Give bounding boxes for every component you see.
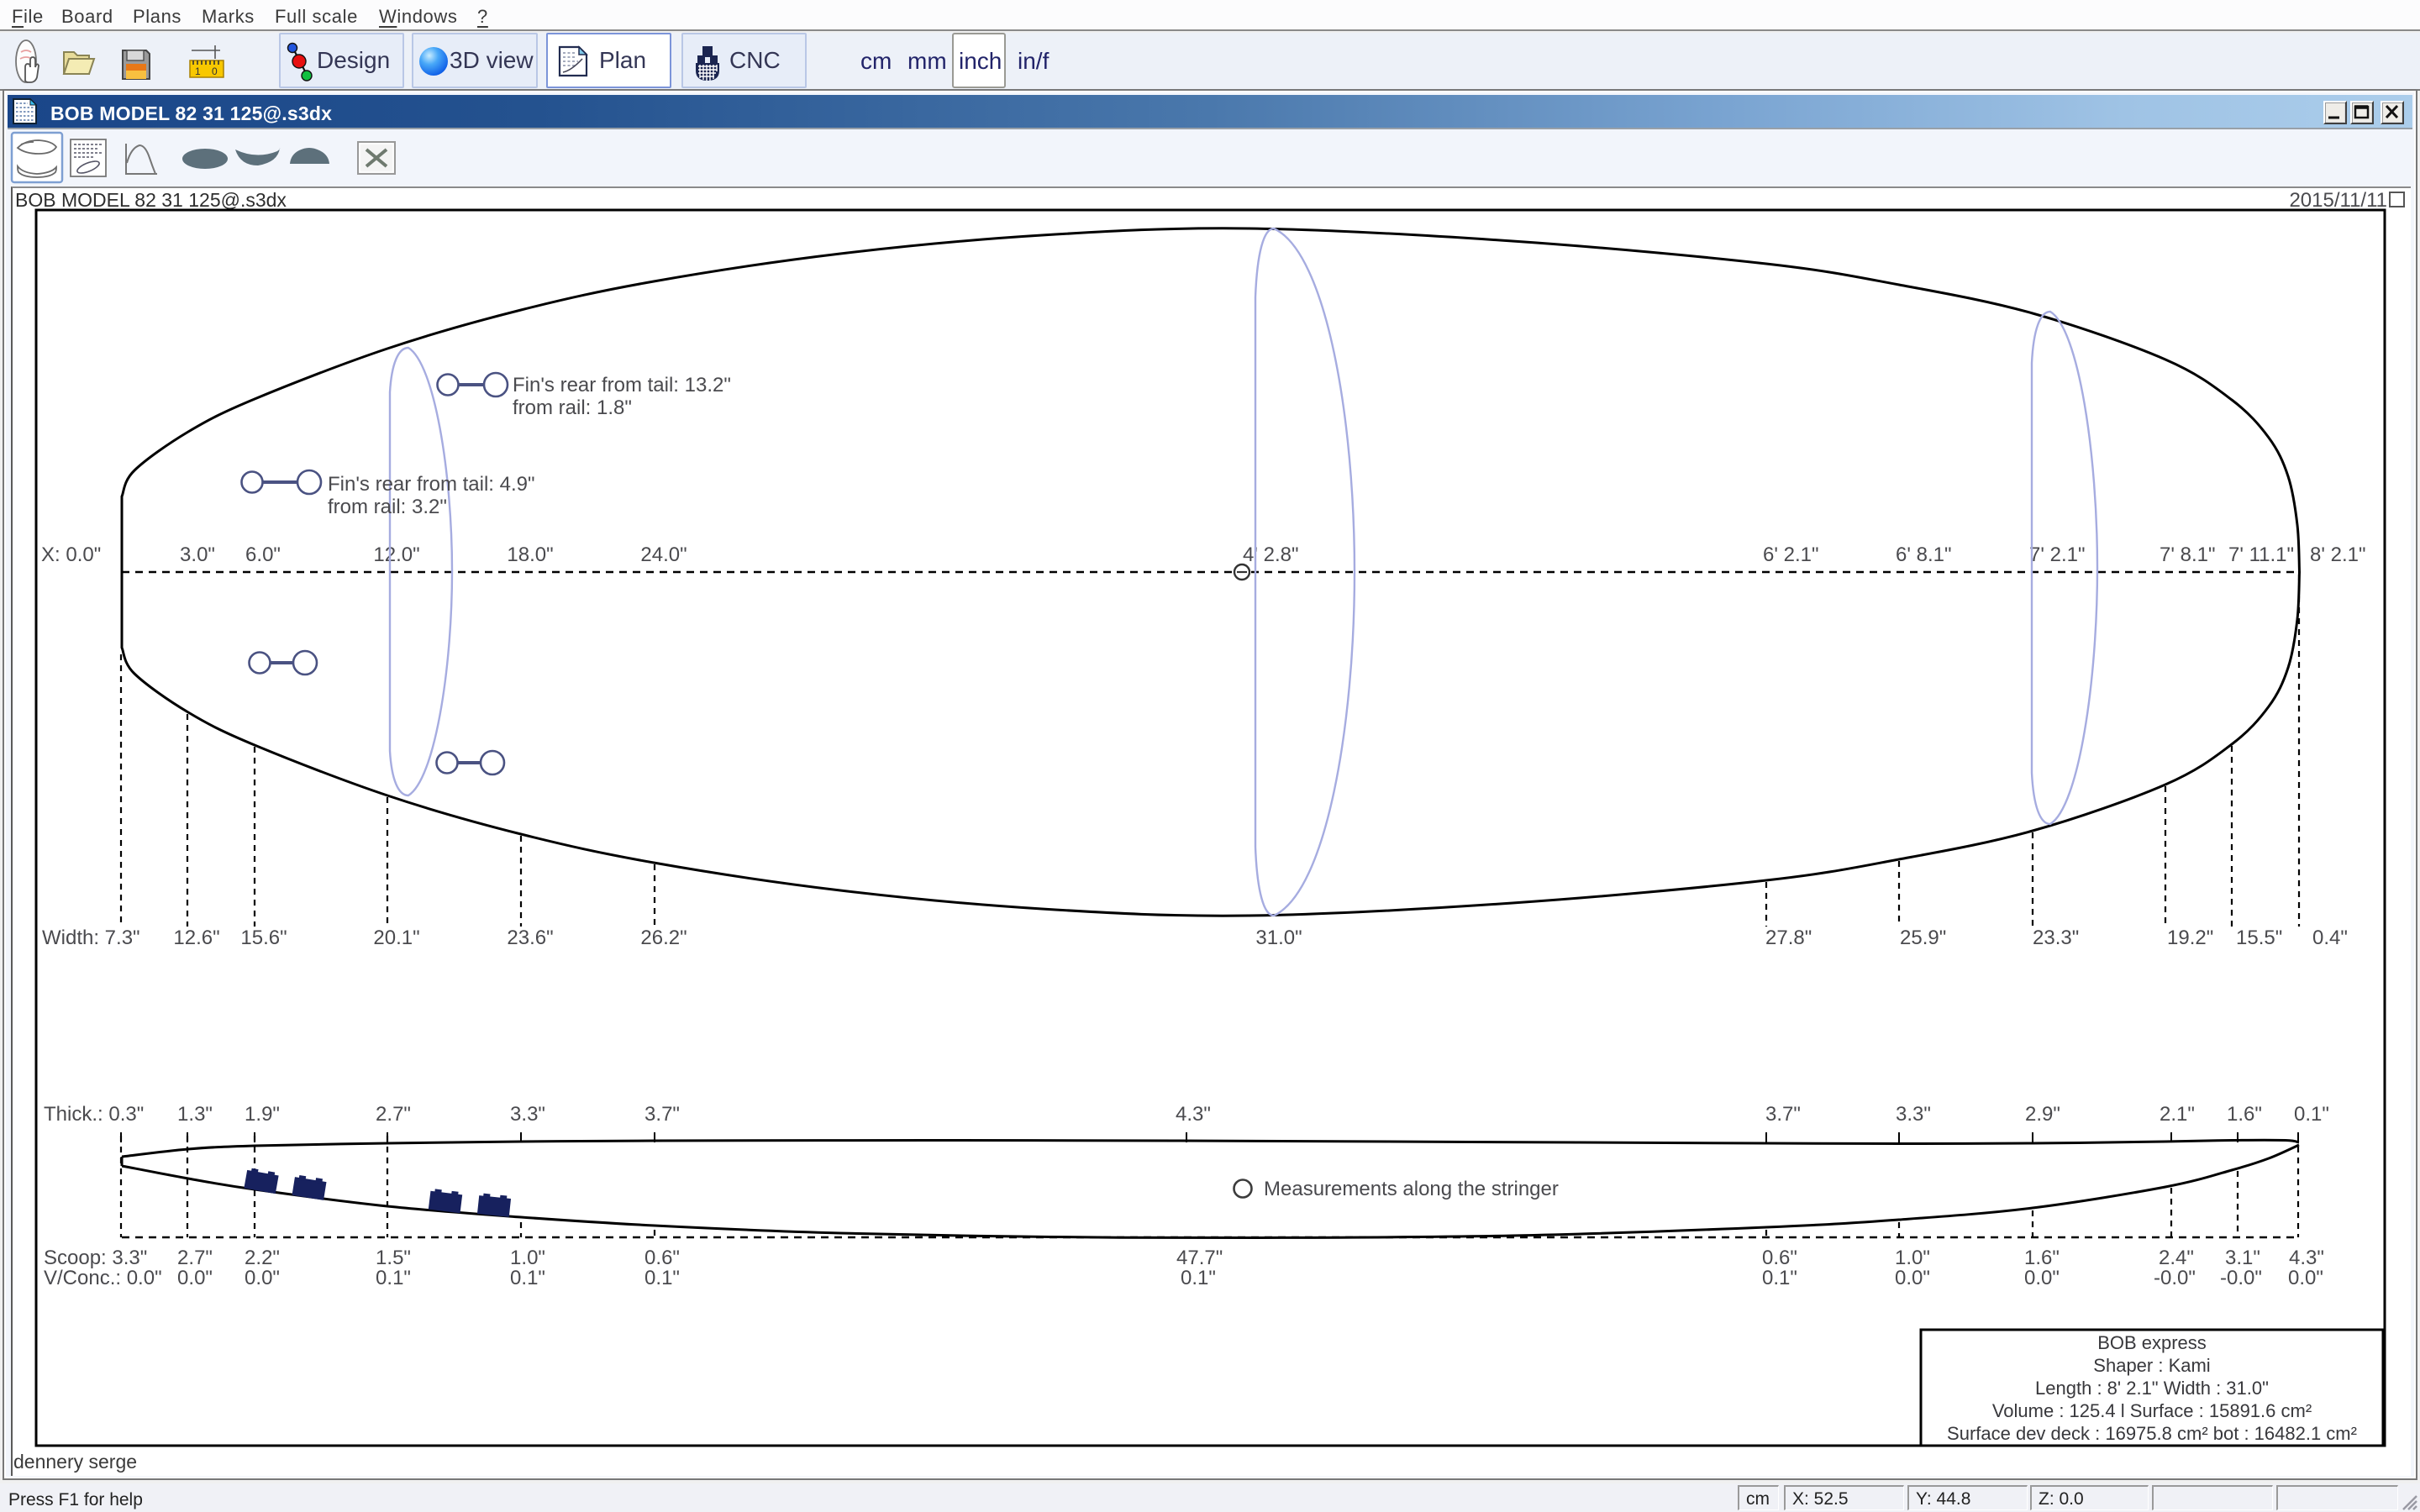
svg-text:0.6": 0.6" [1762,1247,1797,1269]
svg-text:6.0": 6.0" [245,543,281,566]
svg-text:7' 8.1": 7' 8.1" [2160,543,2215,566]
svg-text:0.1": 0.1" [1181,1267,1216,1289]
svg-text:23.6": 23.6" [507,927,553,949]
svg-text:V/Conc.: 0.0": V/Conc.: 0.0" [44,1267,162,1289]
svg-text:1.3": 1.3" [177,1103,213,1126]
svg-text:31.0": 31.0" [1255,927,1302,949]
svg-text:2.4": 2.4" [2159,1247,2194,1269]
svg-text:0.4": 0.4" [2312,927,2348,949]
svg-text:3.1": 3.1" [2225,1247,2260,1269]
svg-text:23.3": 23.3" [2033,927,2079,949]
svg-text:Width: 7.3": Width: 7.3" [42,927,140,949]
svg-text:3.0": 3.0" [180,543,215,566]
svg-text:2.7": 2.7" [177,1247,213,1269]
svg-text:-0.0": -0.0" [2154,1267,2196,1289]
svg-text:12.0": 12.0" [373,543,419,566]
svg-text:1.5": 1.5" [376,1247,411,1269]
svg-text:47.7": 47.7" [1176,1247,1223,1269]
svg-text:20.1": 20.1" [373,927,419,949]
svg-text:0.6": 0.6" [644,1247,680,1269]
svg-text:0.1": 0.1" [1762,1267,1797,1289]
svg-text:4.3": 4.3" [1176,1103,1211,1126]
svg-text:2.2": 2.2" [245,1247,280,1269]
svg-text:Surface dev deck : 16975.8 cm²: Surface dev deck : 16975.8 cm² bot : 164… [1947,1423,2357,1444]
svg-text:-0.0": -0.0" [2220,1267,2262,1289]
svg-text:24.0": 24.0" [640,543,687,566]
svg-text:0.0": 0.0" [177,1267,213,1289]
svg-text:dennery serge: dennery serge [13,1451,137,1473]
svg-text:BOB express: BOB express [2097,1332,2207,1353]
svg-text:0: 0 [212,66,218,77]
svg-text:0.1": 0.1" [2294,1103,2329,1126]
svg-text:BOB MODEL 82 31 125@.s3dx: BOB MODEL 82 31 125@.s3dx [15,189,287,211]
svg-text:Shaper : Kami: Shaper : Kami [2093,1355,2210,1376]
svg-text:X: 0.0": X: 0.0" [41,543,101,566]
svg-text:3.3": 3.3" [1896,1103,1931,1126]
svg-text:1.9": 1.9" [245,1103,280,1126]
svg-text:from rail: 3.2": from rail: 3.2" [328,496,447,518]
svg-text:2.9": 2.9" [2025,1103,2060,1126]
svg-text:12.6": 12.6" [173,927,219,949]
svg-text:Thick.: 0.3": Thick.: 0.3" [44,1103,144,1126]
svg-text:6' 2.1": 6' 2.1" [1763,543,1818,566]
svg-text:1.0": 1.0" [510,1247,545,1269]
svg-text:0.0": 0.0" [2288,1267,2323,1289]
svg-text:6' 8.1": 6' 8.1" [1896,543,1951,566]
svg-text:1.0": 1.0" [1895,1247,1930,1269]
svg-text:26.2": 26.2" [640,927,687,949]
svg-text:0.0": 0.0" [2024,1267,2060,1289]
svg-text:Length : 8' 2.1" Width : 31.0: Length : 8' 2.1" Width : 31.0" [2035,1378,2269,1399]
svg-text:3.3": 3.3" [510,1103,545,1126]
svg-text:4.3": 4.3" [2289,1247,2324,1269]
svg-text:1: 1 [195,66,201,77]
svg-text:0.0": 0.0" [245,1267,280,1289]
svg-text:15.6": 15.6" [240,927,287,949]
svg-text:15.5": 15.5" [2236,927,2282,949]
svg-text:3.7": 3.7" [644,1103,680,1126]
svg-text:1.6": 1.6" [2024,1247,2060,1269]
svg-text:25.9": 25.9" [1900,927,1946,949]
svg-text:0.1": 0.1" [376,1267,411,1289]
svg-text:7' 2.1": 7' 2.1" [2029,543,2085,566]
svg-text:Scoop: 3.3": Scoop: 3.3" [44,1247,147,1269]
svg-text:2015/11/11: 2015/11/11 [2289,189,2387,212]
svg-text:0.1": 0.1" [510,1267,545,1289]
svg-text:4' 2.8": 4' 2.8" [1243,543,1298,566]
svg-text:7' 11.1": 7' 11.1" [2228,543,2294,566]
svg-text:2.1": 2.1" [2160,1103,2195,1126]
svg-text:19.2": 19.2" [2167,927,2213,949]
svg-text:0.1": 0.1" [644,1267,680,1289]
svg-text:0.0": 0.0" [1895,1267,1930,1289]
svg-text:18.0": 18.0" [507,543,553,566]
svg-text:Fin's rear from tail: 4.9": Fin's rear from tail: 4.9" [328,473,535,496]
svg-text:1.6": 1.6" [2227,1103,2262,1126]
svg-text:8' 2.1": 8' 2.1" [2310,543,2365,566]
svg-text:Measurements along the stringe: Measurements along the stringer [1264,1178,1559,1200]
svg-text:27.8": 27.8" [1765,927,1812,949]
svg-text:3.7": 3.7" [1765,1103,1801,1126]
svg-text:Fin's rear from tail: 13.2": Fin's rear from tail: 13.2" [513,374,731,396]
svg-text:2.7": 2.7" [376,1103,411,1126]
svg-text:from rail: 1.8": from rail: 1.8" [513,396,632,419]
svg-text:Volume : 125.4 l Surface : 15: Volume : 125.4 l Surface : 15891.6 cm² [1992,1400,2312,1421]
